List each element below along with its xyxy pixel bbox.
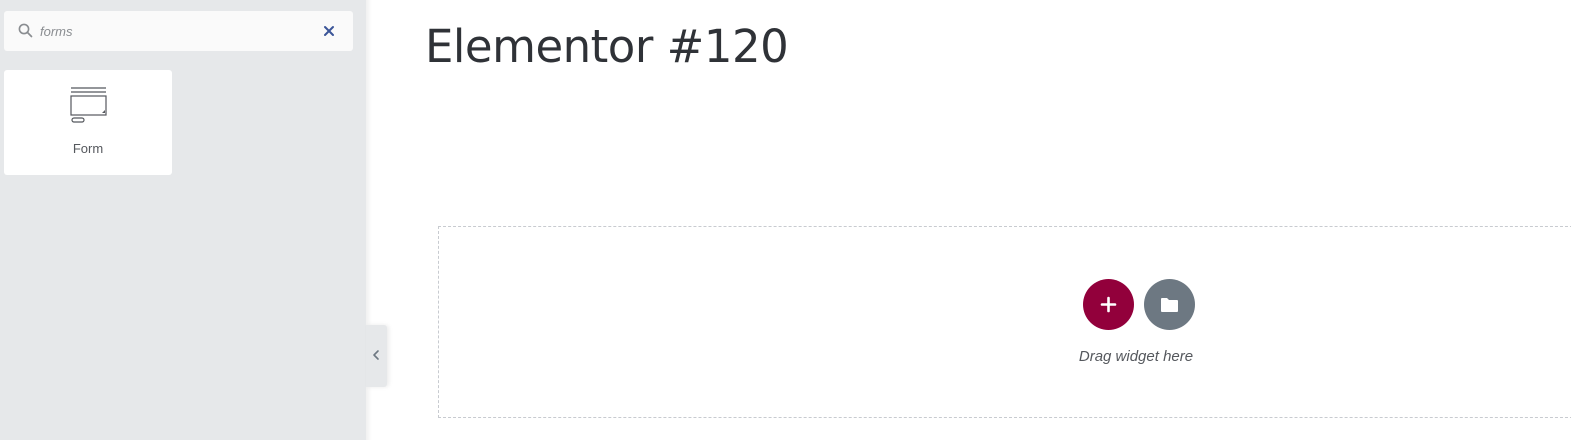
- widget-search-box[interactable]: [4, 11, 353, 51]
- drop-hint-text: Drag widget here: [1078, 348, 1194, 365]
- widget-label: Form: [72, 141, 104, 156]
- panel-collapse-toggle[interactable]: [366, 325, 387, 387]
- widget-search-input[interactable]: [40, 21, 310, 41]
- folder-icon: [1161, 298, 1178, 312]
- widget-card-form[interactable]: Form: [4, 70, 172, 175]
- add-template-button[interactable]: [1144, 279, 1195, 330]
- add-section-button[interactable]: [1083, 279, 1134, 330]
- page-title: Elementor #120: [425, 20, 789, 73]
- search-icon: [18, 23, 33, 38]
- chevron-left-icon: [373, 350, 379, 360]
- empty-section-drop-area[interactable]: [438, 226, 1571, 418]
- form-icon: [70, 86, 108, 124]
- close-icon[interactable]: [322, 24, 336, 38]
- plus-icon: [1100, 296, 1117, 313]
- widget-panel: Form: [0, 0, 366, 440]
